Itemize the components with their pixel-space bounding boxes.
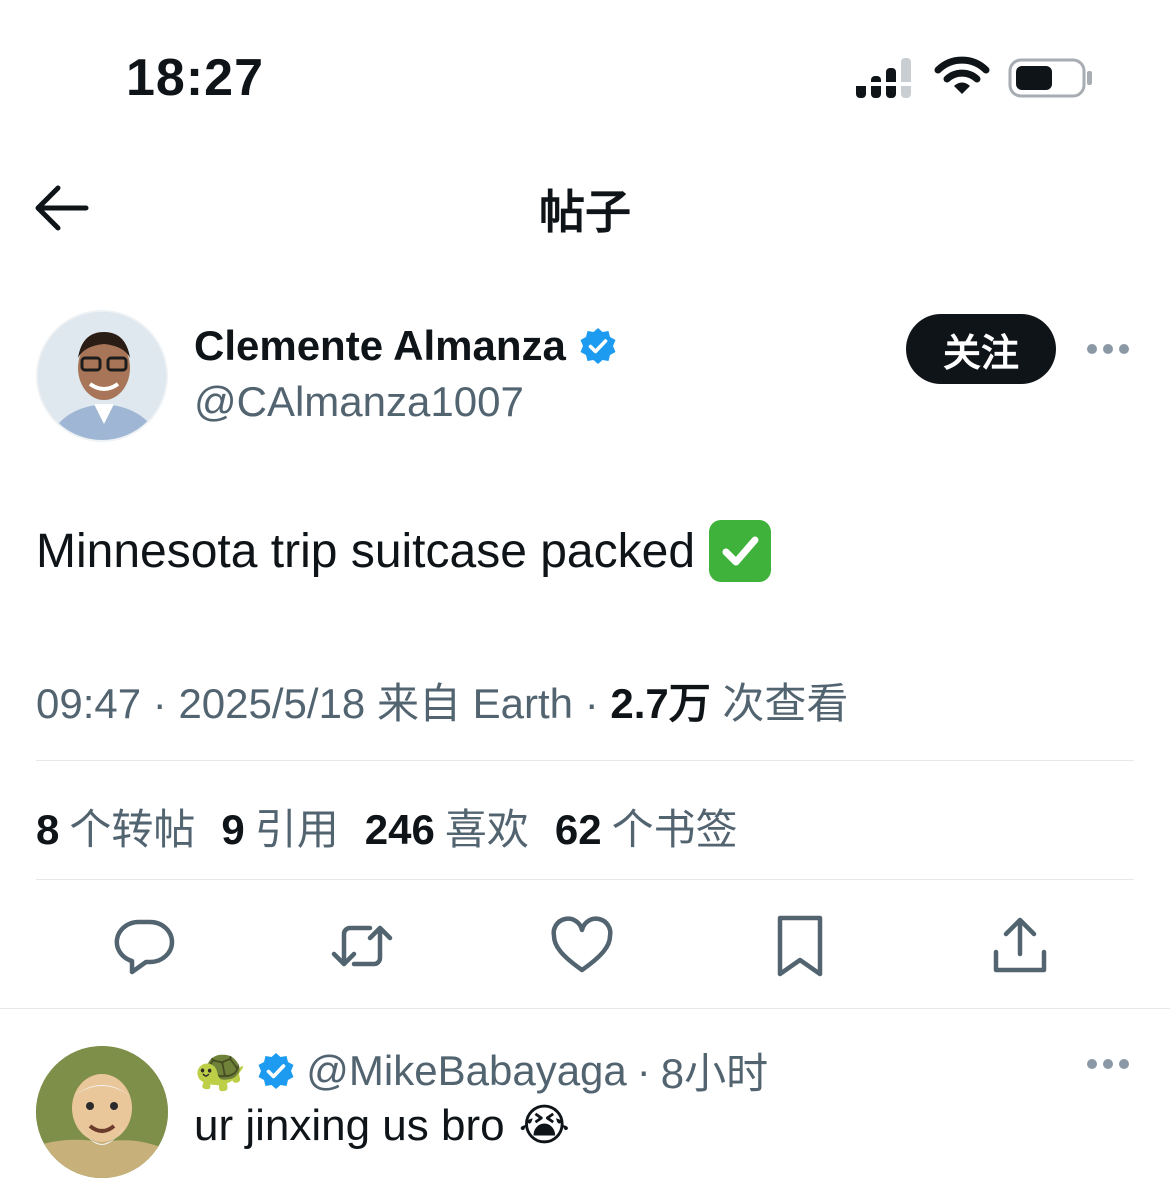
divider xyxy=(0,1008,1170,1009)
check-mark-emoji-icon xyxy=(709,520,772,582)
signal-icon xyxy=(856,58,911,98)
reply-separator: · xyxy=(636,1046,651,1094)
bookmarks-stat[interactable]: 62 个书签 xyxy=(555,796,738,857)
divider xyxy=(36,879,1134,880)
reposts-stat[interactable]: 8 个转帖 xyxy=(36,796,195,857)
reply-display-name[interactable]: 🐢 xyxy=(194,1046,246,1095)
post-stats: 8 个转帖 9 引用 246 喜欢 62 个书签 xyxy=(36,796,738,857)
status-time: 18:27 xyxy=(126,49,264,107)
reply-text-content: ur jinxing us bro xyxy=(194,1100,505,1150)
follow-button[interactable]: 关注 xyxy=(906,314,1056,384)
repost-icon[interactable] xyxy=(330,914,394,978)
post-text: Minnesota trip suitcase packed xyxy=(36,520,772,582)
bookmarks-label: 个书签 xyxy=(611,806,738,853)
views-label: 次查看 xyxy=(722,680,849,727)
reply-handle[interactable]: @MikeBabayaga xyxy=(306,1047,626,1095)
reply-avatar[interactable] xyxy=(36,1046,168,1178)
likes-count: 246 xyxy=(364,806,435,853)
reply-header: 🐢 @MikeBabayaga · 8小时 xyxy=(194,1040,768,1101)
author-name[interactable]: Clemente Almanza xyxy=(194,322,566,370)
quotes-label: 引用 xyxy=(254,806,339,853)
post-meta: 09:47 · 2025/5/18 来自 Earth · 2.7万 次查看 xyxy=(36,670,848,731)
bookmark-icon[interactable] xyxy=(768,914,832,978)
post-time: 09:47 xyxy=(36,680,142,727)
likes-label: 喜欢 xyxy=(444,806,529,853)
bookmarks-count: 62 xyxy=(554,806,602,853)
author-name-row: Clemente Almanza xyxy=(194,322,618,370)
post-date: 2025/5/18 xyxy=(178,680,366,727)
reposts-label: 个转帖 xyxy=(69,806,196,853)
battery-icon xyxy=(1008,58,1092,98)
post-source: 来自 Earth xyxy=(376,680,574,727)
like-icon[interactable] xyxy=(550,914,614,978)
verified-badge-icon xyxy=(580,328,616,364)
more-icon[interactable] xyxy=(1086,1058,1130,1070)
likes-stat[interactable]: 246 喜欢 xyxy=(365,796,529,857)
reposts-count: 8 xyxy=(36,806,60,853)
page-title: 帖子 xyxy=(539,186,631,238)
quotes-stat[interactable]: 9 引用 xyxy=(221,796,338,857)
meta-separator: · xyxy=(141,680,179,727)
more-icon[interactable] xyxy=(1086,343,1130,355)
author-avatar[interactable] xyxy=(36,310,168,442)
meta-separator: · xyxy=(573,680,611,727)
author-handle[interactable]: @CAlmanza1007 xyxy=(194,378,524,426)
share-icon[interactable] xyxy=(988,914,1052,978)
views-count: 2.7万 xyxy=(610,680,711,727)
divider xyxy=(36,760,1134,761)
reply-icon[interactable] xyxy=(112,914,176,978)
wifi-icon xyxy=(934,56,990,94)
verified-badge-icon xyxy=(258,1052,294,1089)
quotes-count: 9 xyxy=(221,806,245,853)
reply-text: ur jinxing us bro 😭 xyxy=(194,1100,570,1151)
post-text-content: Minnesota trip suitcase packed xyxy=(36,524,696,578)
reply-time[interactable]: 8小时 xyxy=(661,1040,768,1101)
crying-face-emoji-icon: 😭 xyxy=(518,1101,571,1150)
